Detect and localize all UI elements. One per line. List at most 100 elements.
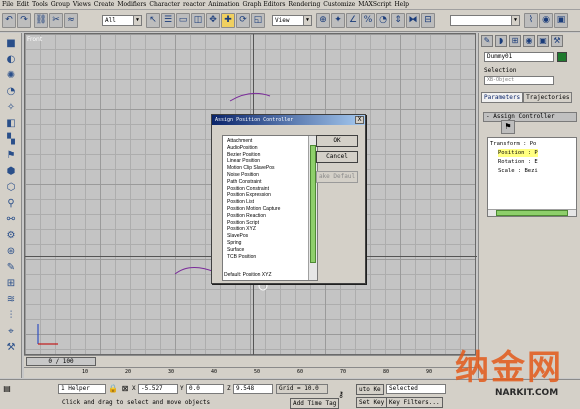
menu-animation[interactable]: Animation [208, 0, 239, 10]
time-slider[interactable]: 0 / 100 [26, 357, 96, 366]
material-editor-icon[interactable]: ◉ [539, 13, 553, 28]
x-coordinate-field[interactable]: -5.527 [138, 384, 178, 394]
reference-coordinate-select[interactable]: View ▼ [272, 15, 312, 26]
modify-tab-icon[interactable]: ◗ [495, 35, 507, 47]
list-item[interactable]: Position Motion Capture [227, 206, 307, 213]
link-icon[interactable]: ⚯ [3, 213, 19, 227]
list-item[interactable]: Surface [227, 247, 307, 254]
list-item[interactable]: Position Script [227, 220, 307, 227]
list-item[interactable]: TCB Position [227, 254, 307, 261]
select-and-scale-icon[interactable]: ⟳ [236, 13, 250, 28]
menu-maxscript[interactable]: MAXScript [358, 0, 391, 10]
attach-icon[interactable]: ⊞ [3, 277, 19, 291]
menu-views[interactable]: Views [73, 0, 91, 10]
list-item[interactable]: Attachment [227, 138, 307, 145]
hierarchy-tab-icon[interactable]: ⊞ [509, 35, 521, 47]
set-key-button[interactable]: Set Key [356, 397, 388, 408]
geometry-icon[interactable]: ⬢ [3, 165, 19, 179]
undo-icon[interactable]: ↶ [2, 13, 16, 28]
bind-space-warp-icon[interactable]: ≈ [64, 13, 78, 28]
hierarchy-icon[interactable]: ⫶ [3, 309, 19, 323]
lock-selection-icon[interactable]: 🔒 [108, 384, 118, 394]
percent-snap-icon[interactable]: ◔ [376, 13, 390, 28]
helper-icon[interactable]: ✧ [3, 101, 19, 115]
tree-scrollbar-thumb[interactable] [496, 210, 568, 216]
select-object-icon[interactable]: ↖ [146, 13, 160, 28]
tree-item-scale[interactable]: Scale : Bezi [498, 167, 538, 175]
list-item[interactable]: SlavePos [227, 233, 307, 240]
select-and-move-icon[interactable]: ✥ [206, 13, 220, 28]
menu-help[interactable]: Help [394, 0, 409, 10]
snap-toggle-icon[interactable]: ∠ [346, 13, 360, 28]
tab-parameters[interactable]: Parameters [481, 92, 524, 103]
assign-controller-button[interactable]: ⚑ [501, 120, 515, 134]
cancel-button[interactable]: Cancel [316, 151, 358, 163]
menu-create[interactable]: Create [94, 0, 115, 10]
z-coordinate-field[interactable]: 9.548 [233, 384, 273, 394]
make-default-button[interactable]: ake Defaul [316, 171, 358, 183]
list-item[interactable]: Linear Position [227, 158, 307, 165]
menu-rendering[interactable]: Rendering [288, 0, 320, 10]
sphere-icon[interactable]: ◐ [3, 53, 19, 67]
tree-item-rotation[interactable]: Rotation : E [498, 158, 538, 166]
select-tool-icon[interactable]: ⌖ [3, 325, 19, 339]
utility-icon[interactable]: ⚒ [3, 341, 19, 355]
align-icon[interactable]: ⊟ [421, 13, 435, 28]
redo-icon[interactable]: ↷ [17, 13, 31, 28]
menu-graph-editors[interactable]: Graph Editors [243, 0, 286, 10]
tree-scrollbar[interactable] [488, 209, 576, 216]
unlink-icon[interactable]: ✂ [49, 13, 63, 28]
selection-filter-select[interactable]: All ▼ [102, 15, 142, 26]
menu-tools[interactable]: Tools [32, 0, 48, 10]
menu-file[interactable]: File [2, 0, 14, 10]
select-and-rotate-icon[interactable]: ✚ [221, 13, 235, 28]
list-item[interactable]: Motion Clip SlavePos [227, 165, 307, 172]
list-item[interactable]: Bezier Position [227, 152, 307, 159]
shapes-icon[interactable]: ◧ [3, 117, 19, 131]
auto-key-button[interactable]: uto Ke [356, 384, 384, 395]
absolute-mode-icon[interactable]: ⊠ [120, 384, 130, 394]
object-color-swatch[interactable] [557, 52, 567, 62]
spinner-snap-icon[interactable]: ⇕ [391, 13, 405, 28]
curve-editor-icon[interactable]: ⌇ [524, 13, 538, 28]
ok-button[interactable]: OK [316, 135, 358, 147]
space-warp-icon[interactable]: ⚑ [3, 149, 19, 163]
menu-reactor[interactable]: reactor [183, 0, 205, 10]
create-tab-icon[interactable]: ✎ [481, 35, 493, 47]
brush-icon[interactable]: ✎ [3, 261, 19, 275]
wave-icon[interactable]: ≋ [3, 293, 19, 307]
selection-field[interactable]: XB-Object [484, 76, 554, 85]
display-tab-icon[interactable]: ▣ [537, 35, 549, 47]
y-coordinate-field[interactable]: 0.0 [186, 384, 224, 394]
tree-item-transform[interactable]: Transform : Po [490, 140, 536, 148]
key-icon[interactable]: ⚷ [336, 390, 346, 400]
angle-snap-icon[interactable]: % [361, 13, 375, 28]
manipulate-icon[interactable]: ✦ [331, 13, 345, 28]
list-item[interactable]: Position List [227, 199, 307, 206]
object-name-field[interactable]: Dummy01 [484, 52, 554, 62]
menu-customize[interactable]: Customize [323, 0, 355, 10]
utilities-tab-icon[interactable]: ⚒ [551, 35, 563, 47]
named-selection-select[interactable]: ▼ [450, 15, 520, 26]
systems-icon[interactable]: ▚ [3, 133, 19, 147]
menu-group[interactable]: Group [51, 0, 70, 10]
target-icon[interactable]: ⊛ [3, 245, 19, 259]
list-item[interactable]: Position Expression [227, 192, 307, 199]
controller-tree[interactable]: Transform : Po Position : P Rotation : E… [487, 137, 577, 217]
dialog-close-button[interactable]: X [355, 116, 364, 124]
particle-icon[interactable]: ⬡ [3, 181, 19, 195]
list-item[interactable]: Noise Position [227, 172, 307, 179]
assign-controller-rollout[interactable]: - Assign Controller [483, 112, 577, 122]
viewport-label[interactable]: Front [27, 36, 42, 43]
modifier-icon[interactable]: ⚙ [3, 229, 19, 243]
bone-icon[interactable]: ⚲ [3, 197, 19, 211]
key-mode-select[interactable]: Selected [386, 384, 446, 394]
menu-modifiers[interactable]: Modifiers [117, 0, 146, 10]
list-item[interactable]: Position Reaction [227, 213, 307, 220]
menu-edit[interactable]: Edit [17, 0, 30, 10]
render-scene-icon[interactable]: ▣ [554, 13, 568, 28]
pivot-center-icon[interactable]: ⊕ [316, 13, 330, 28]
list-item[interactable]: Position Constraint [227, 186, 307, 193]
maxscript-listener-icon[interactable]: ▤ [2, 384, 12, 394]
list-item[interactable]: Spring [227, 240, 307, 247]
